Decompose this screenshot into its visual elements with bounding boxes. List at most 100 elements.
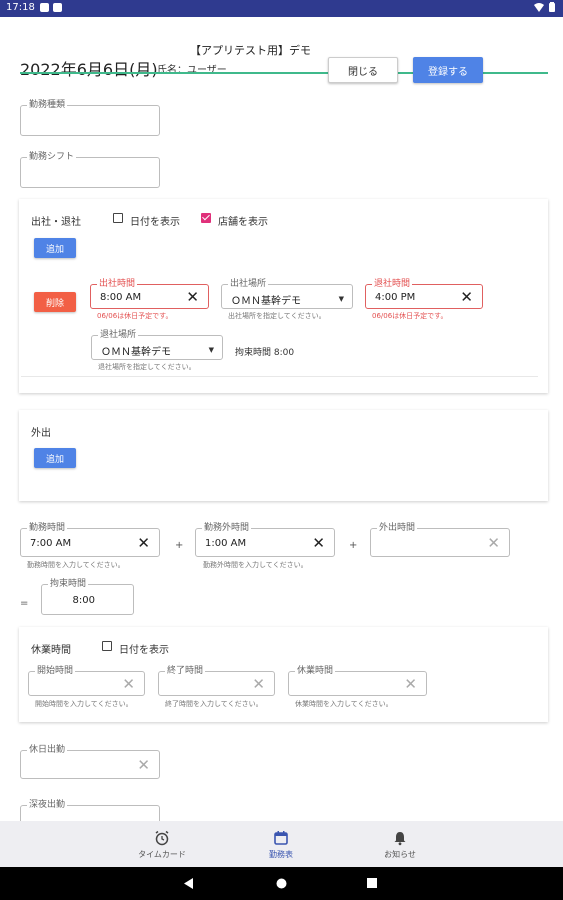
checkin-place-label: 出社場所 <box>228 278 269 290</box>
break-show-date-checkbox[interactable] <box>102 641 112 651</box>
outing-add-button[interactable]: 追加 <box>34 448 76 468</box>
attendance-delete-button[interactable]: 削除 <box>34 292 76 312</box>
non-work-time-label: 勤務外時間 <box>202 522 252 534</box>
break-start-label: 開始時間 <box>35 665 76 677</box>
break-duration-label: 休業時間 <box>295 665 336 677</box>
close-button[interactable]: 閉じる <box>328 57 398 83</box>
work-type-field[interactable]: 勤務種類 <box>20 99 160 136</box>
show-store-checkbox[interactable] <box>201 213 211 223</box>
clear-icon[interactable]: ✕ <box>460 288 473 306</box>
show-store-label: 店舗を表示 <box>218 217 268 228</box>
break-end-label: 終了時間 <box>165 665 206 677</box>
nav-label-timecard: タイムカード <box>138 850 186 859</box>
break-duration-field[interactable]: 休業時間 ✕ <box>288 665 427 696</box>
total-bound-time-value: 8:00 <box>72 595 95 606</box>
night-work-label: 深夜出勤 <box>27 799 68 811</box>
recents-icon[interactable] <box>367 878 377 888</box>
dropdown-arrow-icon: ▼ <box>338 295 344 303</box>
alarm-clock-icon <box>155 830 169 846</box>
break-start-field[interactable]: 開始時間 ✕ <box>28 665 145 696</box>
status-app-icons <box>40 3 62 12</box>
outing-time-field[interactable]: 外出時間 ✕ <box>370 522 510 557</box>
checkin-place-select[interactable]: 出社場所 ＯＭＮ基幹デモ ▼ <box>221 278 353 309</box>
bell-icon <box>394 832 406 846</box>
work-time-field[interactable]: 勤務時間 7:00 AM ✕ <box>20 522 160 557</box>
work-shift-label: 勤務シフト <box>27 151 77 163</box>
page-date-title: 2022年6月6日(月) <box>20 60 158 79</box>
system-navigation-bar <box>0 867 563 900</box>
clear-icon[interactable]: ✕ <box>186 288 199 306</box>
checkin-time-field[interactable]: 出社時間 8:00 AM ✕ <box>90 278 209 309</box>
holiday-work-field[interactable]: 休日出勤 ✕ <box>20 744 160 779</box>
checkout-place-label: 退社場所 <box>98 329 139 341</box>
app-icon-doc <box>53 3 62 12</box>
status-time: 17:18 <box>6 2 35 13</box>
dropdown-arrow-icon: ▼ <box>208 346 214 354</box>
home-icon[interactable] <box>276 878 287 889</box>
equals-operator: = <box>20 598 29 609</box>
checkout-time-value: 4:00 PM <box>375 292 416 303</box>
show-date-label: 日付を表示 <box>130 217 180 228</box>
work-time-helper: 勤務時間を入力してください。 <box>27 561 125 569</box>
clear-icon[interactable]: ✕ <box>122 675 135 693</box>
clear-icon[interactable]: ✕ <box>404 675 417 693</box>
battery-icon <box>549 2 555 12</box>
break-end-helper: 終了時間を入力してください。 <box>165 700 263 708</box>
break-end-field[interactable]: 終了時間 ✕ <box>158 665 275 696</box>
checkin-time-value: 8:00 AM <box>100 292 142 303</box>
checkin-place-value: ＯＭＮ基幹デモ <box>231 296 301 307</box>
back-icon[interactable] <box>184 878 194 889</box>
total-bound-time-label: 拘束時間 <box>48 578 89 590</box>
checkin-time-helper: 06/06は休日予定です。 <box>97 312 173 320</box>
status-bar: 17:18 <box>0 0 563 17</box>
non-work-time-field[interactable]: 勤務外時間 1:00 AM ✕ <box>195 522 335 557</box>
plus-operator: + <box>349 540 358 551</box>
work-type-label: 勤務種類 <box>27 99 68 111</box>
wifi-icon <box>534 2 544 12</box>
checkout-place-helper: 退社場所を指定してください。 <box>98 363 196 371</box>
clear-icon[interactable]: ✕ <box>312 534 325 552</box>
non-work-time-value: 1:00 AM <box>205 538 247 549</box>
holiday-work-label: 休日出勤 <box>27 744 68 756</box>
clear-icon[interactable]: ✕ <box>252 675 265 693</box>
app-icon-g <box>40 3 49 12</box>
clear-icon[interactable]: ✕ <box>137 756 150 774</box>
nav-item-schedule[interactable]: 勤務表 <box>221 821 341 867</box>
checkout-place-value: ＯＭＮ基幹デモ <box>101 347 171 358</box>
clear-icon[interactable]: ✕ <box>137 534 150 552</box>
total-bound-time-field: 拘束時間 8:00 <box>41 578 134 615</box>
nav-item-timecard[interactable]: タイムカード <box>102 821 222 867</box>
status-right-icons <box>534 2 555 12</box>
checkin-time-label: 出社時間 <box>97 278 138 290</box>
non-work-time-helper: 勤務外時間を入力してください。 <box>203 561 308 569</box>
break-start-helper: 開始時間を入力してください。 <box>35 700 133 708</box>
bottom-navigation: タイムカード 勤務表 お知らせ <box>0 821 563 867</box>
work-time-label: 勤務時間 <box>27 522 68 534</box>
attendance-title: 出社・退社 <box>31 217 81 228</box>
night-work-field[interactable]: 深夜出勤 <box>20 799 160 821</box>
show-date-checkbox[interactable] <box>113 213 123 223</box>
entry-bound-time: 拘束時間 8:00 <box>235 348 295 358</box>
outing-title: 外出 <box>31 428 51 439</box>
checkout-time-field[interactable]: 退社時間 4:00 PM ✕ <box>365 278 483 309</box>
break-show-date-label: 日付を表示 <box>119 645 169 656</box>
nav-item-notices[interactable]: お知らせ <box>340 821 460 867</box>
register-button[interactable]: 登録する <box>413 57 483 83</box>
demo-title: 【アプリテスト用】デモ <box>190 44 311 57</box>
work-time-value: 7:00 AM <box>30 538 72 549</box>
checkout-time-label: 退社時間 <box>372 278 413 290</box>
checkout-place-select[interactable]: 退社場所 ＯＭＮ基幹デモ ▼ <box>91 329 223 360</box>
plus-operator: + <box>175 540 184 551</box>
break-title: 休業時間 <box>31 645 71 656</box>
outing-card <box>19 410 548 501</box>
checkin-place-helper: 出社場所を指定してください。 <box>228 312 326 320</box>
nav-label-notices: お知らせ <box>384 850 416 859</box>
checkout-time-helper: 06/06は休日予定です。 <box>372 312 448 320</box>
nav-label-schedule: 勤務表 <box>269 850 293 859</box>
outing-time-label: 外出時間 <box>377 522 418 534</box>
partial-field-wrapper: 深夜出勤 <box>20 797 160 821</box>
clear-icon[interactable]: ✕ <box>487 534 500 552</box>
attendance-add-button[interactable]: 追加 <box>34 238 76 258</box>
work-shift-field[interactable]: 勤務シフト <box>20 151 160 188</box>
break-duration-helper: 休業時間を入力してください。 <box>295 700 393 708</box>
